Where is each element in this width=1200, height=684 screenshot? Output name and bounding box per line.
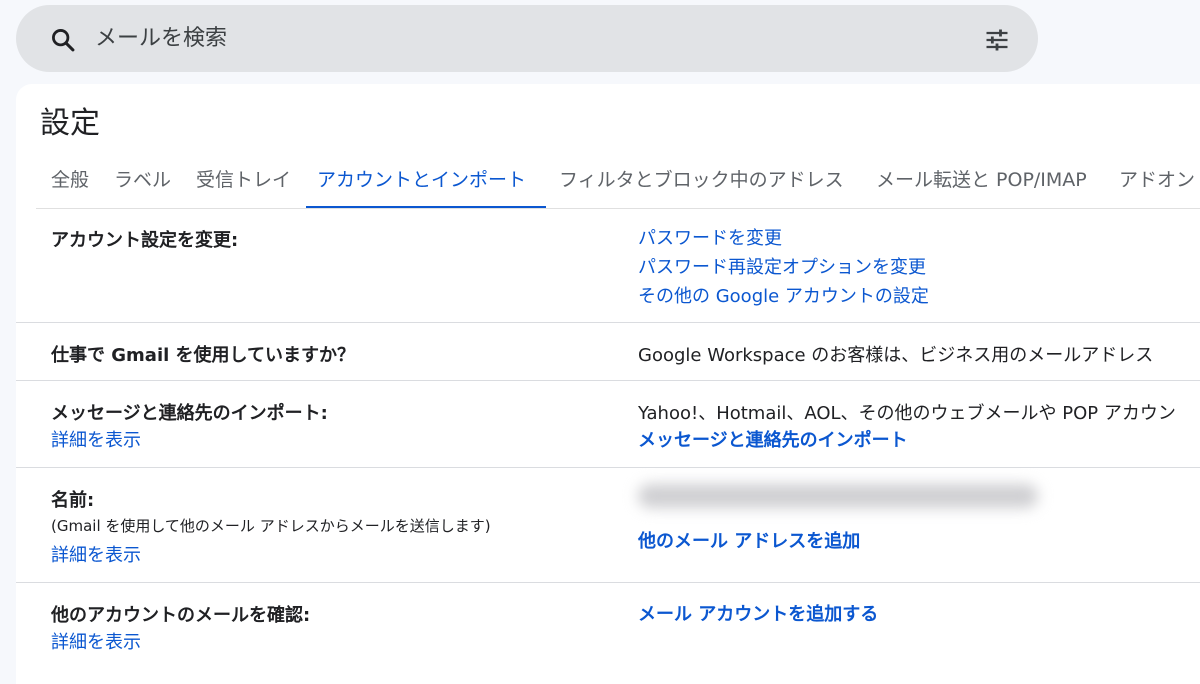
tab-inbox[interactable]: 受信トレイ xyxy=(185,152,302,207)
row-divider xyxy=(16,380,1200,381)
import-label: メッセージと連絡先のインポート: xyxy=(51,403,328,424)
name-sublabel: (Gmail を使用して他のメール アドレスからメールを送信します) xyxy=(51,517,491,535)
account-settings-label: アカウント設定を変更: xyxy=(51,230,239,251)
tab-forwarding-pop-imap[interactable]: メール転送と POP/IMAP xyxy=(865,152,1098,207)
work-gmail-label: 仕事で Gmail を使用していますか？ xyxy=(51,345,356,366)
check-mail-details-link[interactable]: 詳細を表示 xyxy=(51,628,141,654)
search-input[interactable]: メールを検索 xyxy=(95,5,227,72)
tab-labels[interactable]: ラベル xyxy=(103,152,182,207)
change-recovery-options-link[interactable]: パスワード再設定オプションを変更 xyxy=(638,253,926,279)
import-mail-contacts-link[interactable]: メッセージと連絡先のインポート xyxy=(638,426,908,452)
name-details-link[interactable]: 詳細を表示 xyxy=(51,541,141,567)
blurred-email-address xyxy=(638,484,1038,508)
search-bar[interactable]: メールを検索 xyxy=(16,5,1038,72)
page-title: 設定 xyxy=(40,106,100,141)
settings-panel: 設定 全般 ラベル 受信トレイ アカウントとインポート フィルタとブロック中のア… xyxy=(16,84,1200,684)
import-info-text: Yahoo!、Hotmail、AOL、その他のウェブメールや POP アカウン xyxy=(638,403,1176,424)
row-divider xyxy=(16,467,1200,468)
tab-filters-blocked[interactable]: フィルタとブロック中のアドレス xyxy=(548,152,855,207)
tab-general[interactable]: 全般 xyxy=(40,152,100,207)
other-google-account-settings-link[interactable]: その他の Google アカウントの設定 xyxy=(638,282,929,308)
check-mail-label: 他のアカウントのメールを確認: xyxy=(51,605,311,626)
tab-addons[interactable]: アドオン xyxy=(1108,152,1200,207)
search-icon[interactable] xyxy=(49,26,77,54)
name-label: 名前: xyxy=(51,490,95,511)
import-details-link[interactable]: 詳細を表示 xyxy=(51,426,141,452)
settings-tabs: 全般 ラベル 受信トレイ アカウントとインポート フィルタとブロック中のアドレス… xyxy=(36,152,1200,209)
change-password-link[interactable]: パスワードを変更 xyxy=(638,224,782,250)
tune-icon[interactable] xyxy=(983,26,1011,54)
add-another-address-link[interactable]: 他のメール アドレスを追加 xyxy=(638,527,860,553)
add-mail-account-link[interactable]: メール アカウントを追加する xyxy=(638,600,878,626)
row-divider xyxy=(16,582,1200,583)
tab-accounts-import[interactable]: アカウントとインポート xyxy=(306,152,546,208)
workspace-info-text: Google Workspace のお客様は、ビジネス用のメールアドレス xyxy=(638,345,1154,366)
row-divider xyxy=(16,322,1200,323)
